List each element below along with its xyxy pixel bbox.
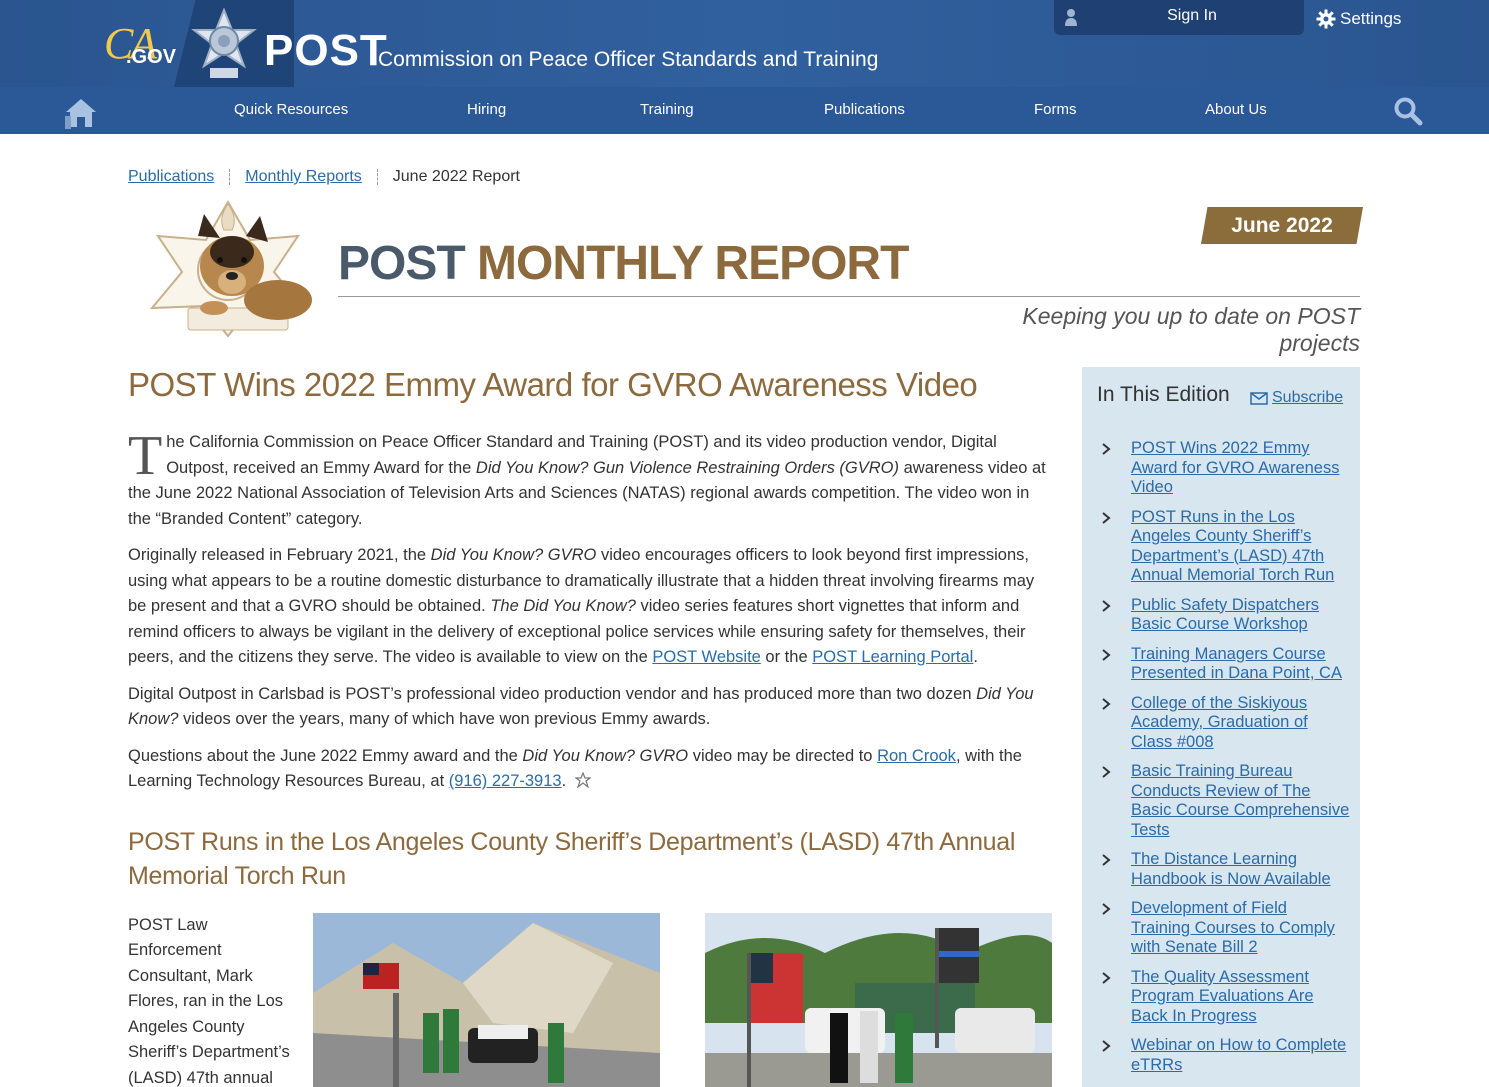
- article-title: POST Wins 2022 Emmy Award for GVRO Aware…: [128, 366, 978, 403]
- home-icon[interactable]: [62, 96, 100, 130]
- sidebar-title: In This Edition: [1097, 383, 1230, 406]
- text-run: .: [561, 772, 567, 790]
- search-icon[interactable]: [1393, 96, 1423, 126]
- nav-training[interactable]: Training: [640, 101, 694, 118]
- edition-link[interactable]: Basic Training Bureau Conducts Review of…: [1131, 762, 1350, 840]
- edition-badge: June 2022: [1201, 207, 1363, 244]
- breadcrumb-separator: [229, 169, 231, 185]
- article-paragraph-1: The California Commission on Peace Offic…: [128, 425, 1052, 532]
- breadcrumb: Publications Monthly Reports June 2022 R…: [128, 168, 520, 186]
- chevron-right-icon: [1102, 599, 1111, 612]
- text-run: or the: [760, 648, 813, 666]
- chevron-right-icon: [1102, 648, 1111, 661]
- settings-button[interactable]: Settings: [1316, 9, 1401, 29]
- settings-label: Settings: [1340, 9, 1402, 28]
- chevron-right-icon: [1102, 511, 1111, 524]
- torch-run-photo-2[interactable]: [705, 912, 1052, 1087]
- edition-link[interactable]: POST Wins 2022 Emmy Award for GVRO Aware…: [1131, 439, 1350, 498]
- text-run: Originally released in February 2021, th…: [128, 546, 431, 564]
- post-badge-icon[interactable]: [188, 8, 260, 82]
- article-paragraph-4: Questions about the June 2022 Emmy award…: [128, 744, 1052, 795]
- end-mark-icon: [573, 771, 592, 789]
- nav-publications[interactable]: Publications: [824, 101, 905, 118]
- list-item: POST Wins 2022 Emmy Award for GVRO Aware…: [1082, 439, 1360, 498]
- article-paragraph-2: Originally released in February 2021, th…: [128, 543, 1052, 671]
- edition-link[interactable]: Development of Field Training Courses to…: [1131, 899, 1350, 958]
- post-wordmark[interactable]: POST: [264, 26, 388, 76]
- text-run: video may be directed to: [688, 746, 878, 765]
- ron-crook-link[interactable]: Ron Crook: [877, 747, 956, 765]
- chevron-right-icon: [1102, 971, 1111, 984]
- text-run: Questions about the June 2022 Emmy award…: [128, 746, 523, 765]
- subscribe-label: Subscribe: [1272, 389, 1344, 406]
- chevron-right-icon: [1102, 1040, 1111, 1052]
- emphasis-text: The Did You Know?: [490, 597, 636, 615]
- breadcrumb-separator: [376, 169, 378, 185]
- report-tagline: Keeping you up to date on POST projects: [1022, 303, 1360, 356]
- drop-cap: T: [128, 425, 163, 487]
- main-nav: Quick Resources Hiring Training Publicat…: [0, 87, 1489, 134]
- chevron-right-icon: [1102, 854, 1111, 866]
- edition-link[interactable]: Webinar on How to Complete eTRRs: [1131, 1036, 1350, 1075]
- in-this-edition-sidebar: In This Edition Subscribe POST Wins 2022…: [1082, 367, 1360, 1087]
- chevron-right-icon: [1102, 766, 1111, 778]
- edition-link[interactable]: Public Safety Dispatchers Basic Course W…: [1131, 596, 1350, 635]
- list-item: The Quality Assessment Program Evaluatio…: [1082, 968, 1360, 1027]
- edition-link[interactable]: The Distance Learning Handbook is Now Av…: [1131, 850, 1350, 889]
- ca-logo-gov: .GOV: [126, 46, 177, 68]
- list-item: College of the Siskiyous Academy, Gradua…: [1082, 694, 1360, 753]
- chevron-right-icon: [1102, 443, 1111, 455]
- report-title-monthly: MONTHLY REPORT: [477, 237, 909, 290]
- list-item: POST Runs in the Los Angeles County Sher…: [1082, 508, 1360, 586]
- chevron-right-icon: [1102, 903, 1111, 915]
- nav-about-us[interactable]: About Us: [1205, 101, 1267, 118]
- title-divider: [338, 296, 1360, 297]
- sign-in-label: Sign In: [1167, 7, 1217, 24]
- main-article: POST Wins 2022 Emmy Award for GVRO Aware…: [128, 366, 1052, 1087]
- text-run: .: [973, 648, 978, 666]
- ca-gov-logo[interactable]: CA .GOV: [104, 18, 176, 72]
- torch-run-text: POST Law Enforcement Consultant, Mark Fl…: [128, 915, 290, 1087]
- nav-quick-resources[interactable]: Quick Resources: [234, 101, 348, 118]
- emphasis-text: Did You Know? GVRO: [522, 746, 689, 765]
- torch-run-section: POST Law Enforcement Consultant, Mark Fl…: [128, 912, 1052, 1087]
- list-item: The Distance Learning Handbook is Now Av…: [1082, 850, 1360, 889]
- list-item: Development of Field Training Courses to…: [1082, 899, 1360, 958]
- edition-list: POST Wins 2022 Emmy Award for GVRO Aware…: [1082, 439, 1360, 1085]
- phone-link[interactable]: (916) 227-3913: [449, 772, 562, 790]
- list-item: Public Safety Dispatchers Basic Course W…: [1082, 596, 1360, 635]
- post-learning-portal-link[interactable]: POST Learning Portal: [812, 648, 973, 666]
- article-paragraph-3: Digital Outpost in Carlsbad is POST’s pr…: [128, 682, 1052, 733]
- emphasis-text: Did You Know? Gun Violence Restraining O…: [475, 458, 900, 477]
- list-item: Training Managers Course Presented in Da…: [1082, 645, 1360, 684]
- edition-link[interactable]: Training Managers Course Presented in Da…: [1131, 645, 1350, 684]
- subscribe-link[interactable]: Subscribe: [1250, 389, 1343, 407]
- emphasis-text: Did You Know? GVRO: [430, 546, 597, 564]
- nav-hiring[interactable]: Hiring: [467, 101, 506, 118]
- breadcrumb-publications[interactable]: Publications: [128, 168, 214, 186]
- gear-icon: [1316, 9, 1336, 29]
- envelope-icon: [1250, 391, 1268, 405]
- breadcrumb-current: June 2022 Report: [392, 168, 520, 185]
- text-run: videos over the years, many of which hav…: [178, 710, 711, 728]
- report-title: POST MONTHLY REPORT: [338, 236, 909, 291]
- nav-forms[interactable]: Forms: [1034, 101, 1077, 118]
- text-run: Digital Outpost in Carlsbad is POST’s pr…: [128, 684, 977, 703]
- list-item: Webinar on How to Complete eTRRs: [1082, 1036, 1360, 1075]
- site-header: CA .GOV POST Commission on Peace Officer…: [0, 0, 1489, 134]
- chevron-right-icon: [1102, 697, 1111, 710]
- puppy-badge-illustration: [149, 200, 312, 338]
- list-item: Basic Training Bureau Conducts Review of…: [1082, 762, 1360, 840]
- commission-name: Commission on Peace Officer Standards an…: [378, 48, 879, 71]
- sign-in-button[interactable]: Sign In: [1054, 0, 1304, 35]
- post-website-link[interactable]: POST Website: [652, 648, 761, 666]
- edition-link[interactable]: College of the Siskiyous Academy, Gradua…: [1131, 694, 1350, 753]
- edition-link[interactable]: POST Runs in the Los Angeles County Sher…: [1131, 508, 1350, 586]
- breadcrumb-monthly-reports[interactable]: Monthly Reports: [245, 168, 362, 186]
- report-title-post: POST: [338, 237, 466, 290]
- article-title-2: POST Runs in the Los Angeles County Sher…: [128, 827, 1016, 890]
- torch-run-photo-1[interactable]: [313, 912, 660, 1087]
- edition-link[interactable]: The Quality Assessment Program Evaluatio…: [1131, 968, 1350, 1027]
